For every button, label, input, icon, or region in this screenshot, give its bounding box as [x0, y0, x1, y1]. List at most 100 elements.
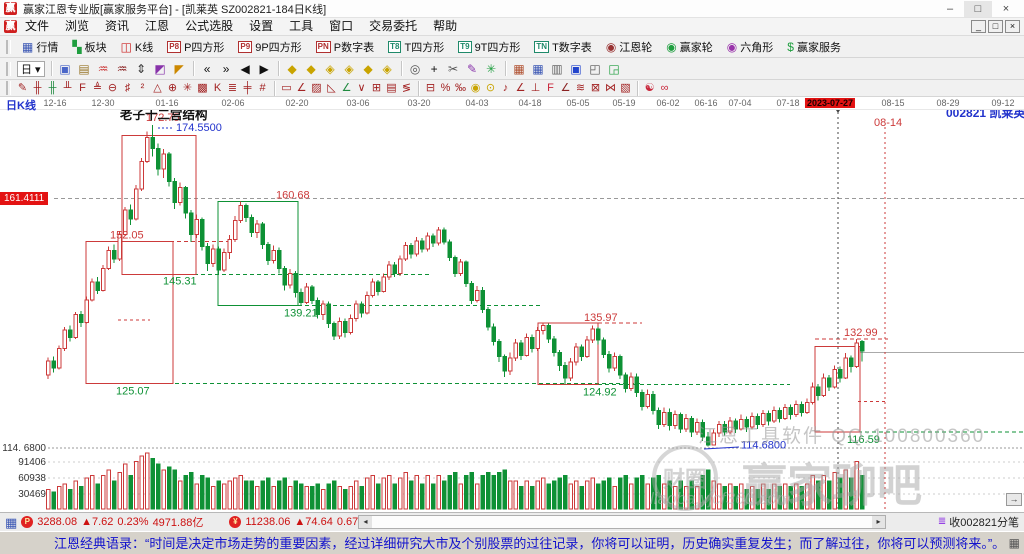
draw-tool-44-icon[interactable]: ∞ — [657, 81, 672, 95]
menu-item-9[interactable]: 交易委托 — [361, 18, 425, 35]
mdi-minimize-button[interactable]: _ — [971, 20, 986, 33]
kline-chart-svg[interactable]: 172.75174.5500160.68152.05145.31139.21 13… — [0, 97, 1024, 512]
nav-tool-2-icon[interactable]: ▣ — [56, 60, 75, 78]
scroll-left-arrow-icon[interactable]: ◂ — [359, 516, 372, 528]
draw-tool-4-icon[interactable]: F — [75, 81, 90, 95]
chart-scroll-button[interactable]: → — [1006, 493, 1022, 506]
menu-item-2[interactable]: 浏览 — [57, 18, 97, 35]
nav-tool-18-icon[interactable]: ◈ — [340, 60, 359, 78]
sh-index-value[interactable]: 3288.08 — [37, 516, 77, 528]
quote-grid-icon[interactable]: ▦ — [5, 516, 17, 529]
draw-tool-22-icon[interactable]: ∠ — [339, 81, 354, 95]
toolbar-button-9P四方形[interactable]: P9 9P四方形 — [231, 36, 308, 57]
menu-item-4[interactable]: 江恩 — [137, 18, 177, 35]
draw-tool-40-icon[interactable]: ⋈ — [603, 81, 618, 95]
toolbar-button-T四方形[interactable]: T8 T四方形 — [381, 36, 451, 57]
toolbar-button-P四方形[interactable]: P8 P四方形 — [160, 36, 231, 57]
nav-tool-4-icon[interactable]: ♒ — [94, 60, 113, 78]
sz-index-value[interactable]: 11238.06 — [245, 516, 290, 528]
nav-tool-33-icon[interactable]: ◲ — [605, 60, 624, 78]
draw-tool-20-icon[interactable]: ▨ — [309, 81, 324, 95]
nav-tool-3-icon[interactable]: ▤ — [75, 60, 94, 78]
draw-tool-10-icon[interactable]: ⊕ — [165, 81, 180, 95]
draw-tool-2-icon[interactable]: ╫ — [45, 81, 60, 95]
draw-tool-23-icon[interactable]: ∨ — [354, 81, 369, 95]
menu-item-10[interactable]: 帮助 — [425, 18, 465, 35]
draw-tool-28-icon[interactable]: ⊟ — [423, 81, 438, 95]
toolbar-button-T数字表[interactable]: TN T数字表 — [527, 36, 598, 57]
draw-tool-25-icon[interactable]: ▤ — [384, 81, 399, 95]
tick-view-link[interactable]: ≣ 收002821分笔 — [938, 514, 1019, 530]
draw-tool-19-icon[interactable]: ∠ — [294, 81, 309, 95]
nav-tool-15-icon[interactable]: ◆ — [283, 60, 302, 78]
close-button[interactable]: × — [992, 1, 1020, 17]
draw-tool-8-icon[interactable]: ² — [135, 81, 150, 95]
maximize-button[interactable]: □ — [964, 0, 992, 17]
draw-tool-43-icon[interactable]: ☯ — [642, 81, 657, 95]
toolbar-button-P数字表[interactable]: PN P数字表 — [309, 36, 381, 57]
toolbar-button-江恩轮[interactable]: ◉ 江恩轮 — [599, 36, 659, 57]
menu-item-7[interactable]: 工具 — [281, 18, 321, 35]
draw-tool-0-icon[interactable]: ✎ — [15, 81, 30, 95]
draw-tool-38-icon[interactable]: ≋ — [573, 81, 588, 95]
nav-tool-0-icon[interactable]: 日 ▾ — [17, 60, 45, 77]
toolbar-button-六角形[interactable]: ◉ 六角形 — [720, 36, 780, 57]
draw-tool-5-icon[interactable]: ≜ — [90, 81, 105, 95]
nav-tool-30-icon[interactable]: ▥ — [548, 60, 567, 78]
nav-tool-16-icon[interactable]: ◆ — [302, 60, 321, 78]
toolbar-button-板块[interactable]: ▚ 板块 — [65, 36, 113, 57]
draw-tool-14-icon[interactable]: ≣ — [225, 81, 240, 95]
nav-tool-10-icon[interactable]: « — [198, 60, 217, 78]
nav-tool-5-icon[interactable]: ♒ — [113, 60, 132, 78]
nav-tool-29-icon[interactable]: ▦ — [529, 60, 548, 78]
draw-tool-12-icon[interactable]: ▩ — [195, 81, 210, 95]
draw-tool-29-icon[interactable]: % — [438, 81, 453, 95]
draw-tool-37-icon[interactable]: ∠ — [558, 81, 573, 95]
toolbar-button-行情[interactable]: ▦ 行情 — [15, 36, 65, 57]
nav-tool-11-icon[interactable]: » — [217, 60, 236, 78]
nav-tool-6-icon[interactable]: ⇕ — [132, 60, 151, 78]
nav-tool-17-icon[interactable]: ◈ — [321, 60, 340, 78]
nav-tool-26-icon[interactable]: ✳ — [482, 60, 501, 78]
nav-tool-32-icon[interactable]: ◰ — [586, 60, 605, 78]
draw-tool-32-icon[interactable]: ⊙ — [483, 81, 498, 95]
draw-tool-16-icon[interactable]: # — [255, 81, 270, 95]
nav-tool-7-icon[interactable]: ◩ — [151, 60, 170, 78]
draw-tool-31-icon[interactable]: ◉ — [468, 81, 483, 95]
draw-tool-36-icon[interactable]: F — [543, 81, 558, 95]
draw-tool-3-icon[interactable]: ╨ — [60, 81, 75, 95]
draw-tool-33-icon[interactable]: ♪ — [498, 81, 513, 95]
mdi-restore-button[interactable]: □ — [988, 20, 1003, 33]
menu-item-5[interactable]: 公式选股 — [177, 18, 241, 35]
draw-tool-39-icon[interactable]: ⊠ — [588, 81, 603, 95]
draw-tool-26-icon[interactable]: ≶ — [399, 81, 414, 95]
draw-tool-15-icon[interactable]: ╪ — [240, 81, 255, 95]
draw-tool-21-icon[interactable]: ◺ — [324, 81, 339, 95]
minimize-button[interactable]: – — [936, 1, 964, 17]
menu-item-6[interactable]: 设置 — [241, 18, 281, 35]
draw-tool-6-icon[interactable]: ⊖ — [105, 81, 120, 95]
toolbar-drag-handle[interactable] — [6, 39, 11, 54]
menu-item-8[interactable]: 窗口 — [321, 18, 361, 35]
toolbar-button-9T四方形[interactable]: T9 9T四方形 — [451, 36, 527, 57]
nav-tool-28-icon[interactable]: ▦ — [510, 60, 529, 78]
draw-tool-13-icon[interactable]: K — [210, 81, 225, 95]
menu-item-1[interactable]: 文件 — [17, 18, 57, 35]
menu-item-3[interactable]: 资讯 — [97, 18, 137, 35]
nav-tool-20-icon[interactable]: ◈ — [378, 60, 397, 78]
nav-tool-23-icon[interactable]: + — [425, 60, 444, 78]
draw-tool-30-icon[interactable]: ‰ — [453, 81, 468, 95]
draw-tool-7-icon[interactable]: ♯ — [120, 81, 135, 95]
resize-grip-icon[interactable]: ▦ — [1009, 537, 1020, 549]
nav-tool-31-icon[interactable]: ▣ — [567, 60, 586, 78]
draw-tool-35-icon[interactable]: ⊥ — [528, 81, 543, 95]
draw-tool-24-icon[interactable]: ⊞ — [369, 81, 384, 95]
toolbar-button-K线[interactable]: ◫ K线 — [114, 36, 161, 57]
draw-tool-34-icon[interactable]: ∠ — [513, 81, 528, 95]
kline-chart-area[interactable]: 172.75 174.5500 160.68 152.05 145.31 139.21 13… — [0, 97, 1024, 512]
nav-tool-22-icon[interactable]: ◎ — [406, 60, 425, 78]
nav-tool-24-icon[interactable]: ✂ — [444, 60, 463, 78]
nav-tool-19-icon[interactable]: ◆ — [359, 60, 378, 78]
scroll-right-arrow-icon[interactable]: ▸ — [872, 516, 885, 528]
toolbar-drag-handle[interactable] — [6, 61, 11, 76]
